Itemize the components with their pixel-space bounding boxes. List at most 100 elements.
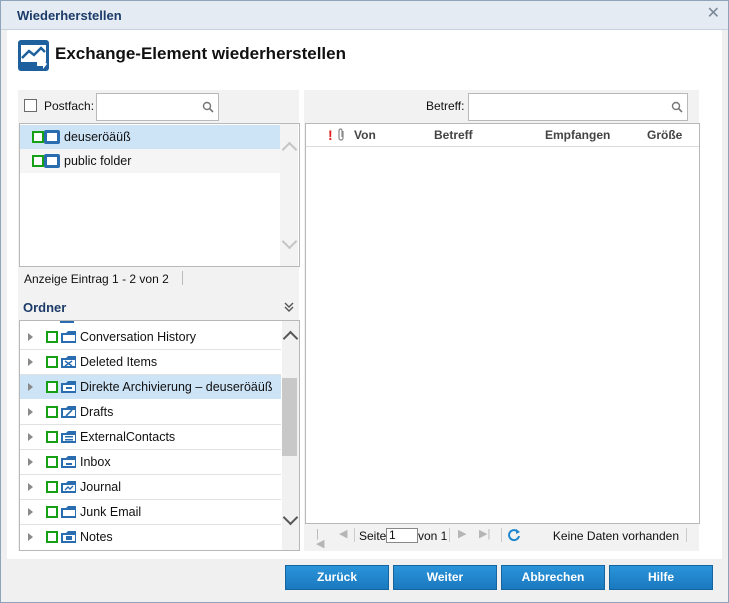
folder-tree: Conversation History Deleted Items Direk… xyxy=(19,320,300,551)
help-button[interactable]: Hilfe xyxy=(609,565,713,590)
column-header-from[interactable]: Von xyxy=(354,128,376,142)
folder-label: Inbox xyxy=(80,455,111,469)
selection-status-icon xyxy=(32,155,44,167)
folder-item[interactable]: Journal xyxy=(20,475,281,500)
select-all-mailboxes-checkbox[interactable] xyxy=(24,99,37,112)
page-label: Seite xyxy=(359,529,387,543)
folder-label: Direkte Archivierung – deuseröäüß xyxy=(80,380,273,394)
empty-state-text: Keine Daten vorhanden xyxy=(552,529,679,543)
folder-label: Deleted Items xyxy=(80,355,158,369)
folder-item[interactable]: Conversation History xyxy=(20,325,281,350)
title-bar: Wiederherstellen ✕ xyxy=(1,1,728,30)
folders-section-title: Ordner xyxy=(23,300,67,315)
mailbox-search-input[interactable] xyxy=(96,93,219,121)
search-icon xyxy=(671,101,683,113)
mailbox-icon xyxy=(44,130,60,144)
pager-divider xyxy=(449,528,450,542)
mailbox-icon xyxy=(44,154,60,168)
subject-search-input[interactable] xyxy=(468,93,688,121)
folder-tree-scrollbar[interactable] xyxy=(282,321,299,550)
folder-item[interactable]: Junk Email xyxy=(20,500,281,525)
selection-status-icon xyxy=(46,531,58,543)
expand-icon[interactable] xyxy=(28,383,33,391)
expand-icon[interactable] xyxy=(28,483,33,491)
column-header-received[interactable]: Empfangen xyxy=(545,128,610,142)
page-title: Exchange-Element wiederherstellen xyxy=(55,44,346,63)
journal-folder-icon xyxy=(61,481,76,493)
selection-status-icon xyxy=(46,506,58,518)
pager-divider xyxy=(686,528,687,542)
mailbox-item[interactable]: deuseröäüß xyxy=(20,125,280,149)
folder-item[interactable]: Inbox xyxy=(20,450,281,475)
expand-icon[interactable] xyxy=(28,533,33,541)
next-button[interactable]: Weiter xyxy=(393,565,497,590)
folder-item[interactable]: Notes xyxy=(20,525,281,549)
folder-label: Journal xyxy=(80,480,121,494)
folder-label: Drafts xyxy=(80,405,114,419)
previous-page-icon[interactable]: ◀ xyxy=(339,529,349,540)
mailbox-filter-label: Postfach: xyxy=(44,99,95,113)
selection-status-icon xyxy=(46,456,58,468)
expand-icon[interactable] xyxy=(28,408,33,416)
folder-label: Junk Email xyxy=(80,505,142,519)
folder-item[interactable]: Deleted Items xyxy=(20,350,281,375)
items-table: ! Von Betreff Empfangen Größe xyxy=(305,123,700,524)
folder-icon xyxy=(61,331,76,343)
inbox-folder-icon xyxy=(61,456,76,468)
expand-icon[interactable] xyxy=(28,358,33,366)
status-divider xyxy=(182,271,183,285)
column-header-size[interactable]: Größe xyxy=(647,128,682,142)
folder-partial-icon xyxy=(60,321,74,323)
drafts-folder-icon xyxy=(61,406,76,418)
cancel-button[interactable]: Abbrechen xyxy=(501,565,605,590)
back-button[interactable]: Zurück xyxy=(285,565,389,590)
scroll-thumb[interactable] xyxy=(282,378,297,456)
expand-icon[interactable] xyxy=(28,458,33,466)
folder-item[interactable]: Direkte Archivierung – deuseröäüß xyxy=(20,375,281,399)
mailbox-label: public folder xyxy=(64,154,132,168)
expand-icon[interactable] xyxy=(28,333,33,341)
expand-icon[interactable] xyxy=(28,433,33,441)
scroll-down-icon[interactable] xyxy=(281,233,298,250)
mailbox-paging-status: Anzeige Eintrag 1 - 2 von 2 xyxy=(24,272,169,286)
column-header-subject[interactable]: Betreff xyxy=(434,128,473,142)
deleted-folder-icon xyxy=(61,356,76,368)
mailbox-item[interactable]: public folder xyxy=(20,149,280,173)
close-icon[interactable]: ✕ xyxy=(707,5,720,23)
mailbox-label: deuseröäüß xyxy=(64,130,131,144)
refresh-icon[interactable] xyxy=(507,528,521,542)
table-header: ! Von Betreff Empfangen Größe xyxy=(306,124,699,147)
mailbox-list-scrollbar[interactable] xyxy=(280,124,298,266)
next-page-icon[interactable]: ▶ xyxy=(458,529,468,540)
subject-filter-label: Betreff: xyxy=(426,99,465,113)
mailbox-panel: Postfach: deuseröäüß public folder Anzei… xyxy=(18,90,300,551)
importance-icon[interactable]: ! xyxy=(328,127,333,143)
selection-status-icon xyxy=(46,481,58,493)
selection-status-icon xyxy=(46,406,58,418)
pager-divider xyxy=(501,528,502,542)
folder-label: ExternalContacts xyxy=(80,430,176,444)
notes-folder-icon xyxy=(61,531,76,543)
attachment-icon[interactable] xyxy=(337,128,345,141)
scroll-down-icon[interactable] xyxy=(282,509,299,526)
folder-label: Conversation History xyxy=(80,330,197,344)
selection-status-icon xyxy=(46,431,58,443)
expand-icon[interactable] xyxy=(28,508,33,516)
collapse-section-icon[interactable] xyxy=(284,302,294,312)
scroll-up-icon[interactable] xyxy=(281,141,298,158)
page-count-label: von 1 xyxy=(418,529,448,543)
search-icon xyxy=(202,101,214,113)
folder-item[interactable]: Drafts xyxy=(20,400,281,425)
first-page-icon[interactable]: |◀ xyxy=(316,529,326,550)
page-number-input[interactable]: 1 xyxy=(386,528,418,543)
selection-status-icon xyxy=(46,356,58,368)
mailbox-list: deuseröäüß public folder xyxy=(19,123,300,267)
restore-dialog: Wiederherstellen ✕ Exchange-Element wied… xyxy=(0,0,729,603)
folder-icon xyxy=(61,506,76,518)
folder-item[interactable]: ExternalContacts xyxy=(20,425,281,450)
last-page-icon[interactable]: ▶| xyxy=(479,529,490,540)
items-panel: Betreff: ! Von Betreff Empfangen Größe |… xyxy=(304,90,700,551)
items-pager: |◀ ◀ Seite 1 von 1 ▶ ▶| Keine Daten vorh… xyxy=(305,526,698,550)
scroll-up-icon[interactable] xyxy=(282,330,299,347)
dialog-content: Exchange-Element wiederherstellen Postfa… xyxy=(7,30,722,559)
